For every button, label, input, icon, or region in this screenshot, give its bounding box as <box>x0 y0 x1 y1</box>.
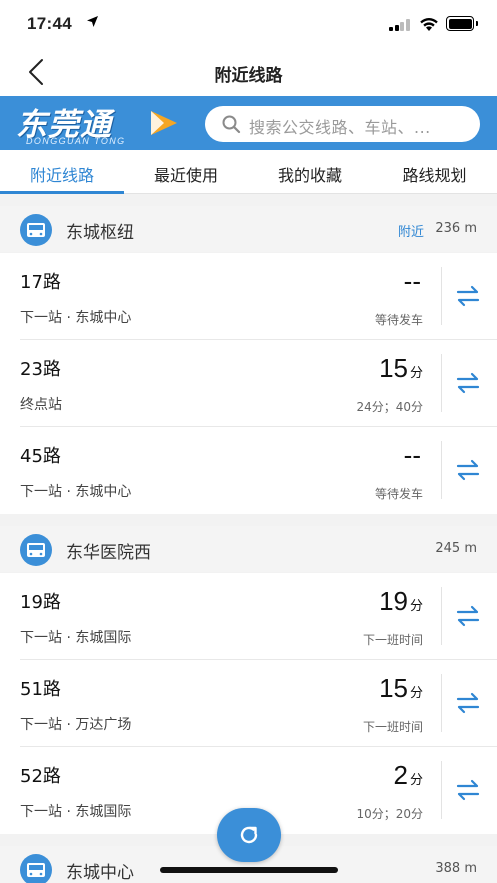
eta-value: 19 <box>379 586 408 616</box>
route-row[interactable]: 51路 下一站 · 万达广场 15 分 下一班时间 <box>0 660 497 747</box>
app-screen: 17:44 附近线路 东莞通 DONGGUAN TONG 搜索公交线路、车站、.… <box>0 0 497 883</box>
switch-direction-icon[interactable] <box>455 604 481 628</box>
page-title: 附近线路 <box>214 66 283 86</box>
route-eta: -- <box>404 440 423 470</box>
eta-value: -- <box>403 266 421 296</box>
route-name: 23路 <box>20 359 61 380</box>
route-row[interactable]: 17路 下一站 · 东城中心 -- 等待发车 <box>0 253 497 340</box>
stop-distance: 236 m <box>435 221 477 236</box>
switch-direction-icon[interactable] <box>455 284 481 308</box>
route-next-stop: 下一站 · 东城中心 <box>20 484 132 500</box>
search-icon <box>222 115 241 134</box>
switch-direction-icon[interactable] <box>455 778 481 802</box>
stop-distance: 388 m <box>435 861 477 876</box>
route-eta: 19 分 <box>379 586 423 616</box>
tab-recent[interactable]: 最近使用 <box>124 162 248 186</box>
route-row[interactable]: 23路 终点站 15 分 24分；40分 <box>0 340 497 427</box>
route-name: 17路 <box>20 272 61 293</box>
eta-value: -- <box>403 440 421 470</box>
section-gap <box>0 195 497 205</box>
switch-direction-icon[interactable] <box>455 371 481 395</box>
switch-direction-icon[interactable] <box>455 458 481 482</box>
route-eta: 15 分 <box>379 353 423 383</box>
navigation-bar: 附近线路 <box>0 48 497 96</box>
route-next-stop: 下一站 · 万达广场 <box>20 717 132 733</box>
divider <box>441 674 442 732</box>
divider <box>441 441 442 499</box>
nearby-badge: 附近 <box>397 225 424 240</box>
battery-tip <box>476 21 478 26</box>
route-eta-note: 等待发车 <box>374 487 423 501</box>
divider <box>441 267 442 325</box>
stop-header[interactable]: 东华医院西 245 m <box>0 526 497 572</box>
tab-route-planning[interactable]: 路线规划 <box>372 162 497 186</box>
home-indicator[interactable] <box>160 867 338 873</box>
cellular-signal-icon <box>389 19 410 31</box>
eta-value: 15 <box>379 353 408 383</box>
eta-value: 2 <box>393 760 408 790</box>
status-time: 17:44 <box>27 14 72 33</box>
divider <box>441 354 442 412</box>
stop-name: 东城枢纽 <box>66 223 134 243</box>
route-eta: 15 分 <box>379 673 423 703</box>
refresh-button[interactable] <box>217 808 281 862</box>
route-eta-note: 等待发车 <box>374 313 423 327</box>
stop-name: 东城中心 <box>66 863 134 883</box>
bus-stop-icon <box>20 534 52 566</box>
route-name: 45路 <box>20 446 61 467</box>
wifi-icon <box>419 16 439 32</box>
route-next-stop: 下一站 · 东城国际 <box>20 804 132 820</box>
route-name: 51路 <box>20 679 61 700</box>
search-input[interactable]: 搜索公交线路、车站、... <box>205 106 480 142</box>
route-eta: 2分 <box>394 760 423 790</box>
route-eta: -- <box>404 266 423 296</box>
active-tab-indicator <box>0 191 124 194</box>
location-arrow-icon <box>86 15 99 32</box>
bus-stop-icon <box>20 214 52 246</box>
route-row[interactable]: 45路 下一站 · 东城中心 -- 等待发车 <box>0 427 497 514</box>
route-name: 52路 <box>20 766 61 787</box>
bus-stop-icon <box>20 854 52 883</box>
stop-header[interactable]: 东城枢纽 附近 236 m <box>0 206 497 252</box>
route-row[interactable]: 19路 下一站 · 东城国际 19 分 下一班时间 <box>0 573 497 660</box>
eta-unit: 分 <box>409 366 423 381</box>
app-logo: 东莞通 DONGGUAN TONG <box>14 102 179 146</box>
eta-unit: 分 <box>409 599 423 614</box>
eta-unit: 分 <box>409 773 423 788</box>
eta-unit: 分 <box>409 686 423 701</box>
route-next-stop: 下一站 · 东城中心 <box>20 310 132 326</box>
section-gap <box>0 514 497 526</box>
logo-subtext: DONGGUAN TONG <box>26 136 126 146</box>
route-next-stop: 下一站 · 东城国际 <box>20 630 132 646</box>
tab-bar: 附近线路 最近使用 我的收藏 路线规划 <box>0 150 497 194</box>
route-name: 19路 <box>20 592 61 613</box>
stop-distance: 245 m <box>435 541 477 556</box>
route-eta-note: 下一班时间 <box>362 720 423 734</box>
search-placeholder: 搜索公交线路、车站、... <box>249 118 431 137</box>
route-next-stop: 终点站 <box>20 397 62 413</box>
route-eta-note: 下一班时间 <box>362 633 423 647</box>
divider <box>441 761 442 819</box>
route-eta-note: 24分；40分 <box>356 400 423 414</box>
tab-nearby-routes[interactable]: 附近线路 <box>0 162 124 186</box>
tab-favorites[interactable]: 我的收藏 <box>248 162 372 186</box>
divider <box>441 587 442 645</box>
switch-direction-icon[interactable] <box>455 691 481 715</box>
route-eta-note: 10分；20分 <box>356 807 423 821</box>
logo-play-icon <box>151 111 177 135</box>
battery-icon <box>446 16 474 31</box>
refresh-icon <box>240 826 258 844</box>
status-bar: 17:44 <box>0 0 497 48</box>
brand-bar: 东莞通 DONGGUAN TONG 搜索公交线路、车站、... <box>0 96 497 150</box>
eta-value: 15 <box>379 673 408 703</box>
stop-name: 东华医院西 <box>66 543 151 563</box>
